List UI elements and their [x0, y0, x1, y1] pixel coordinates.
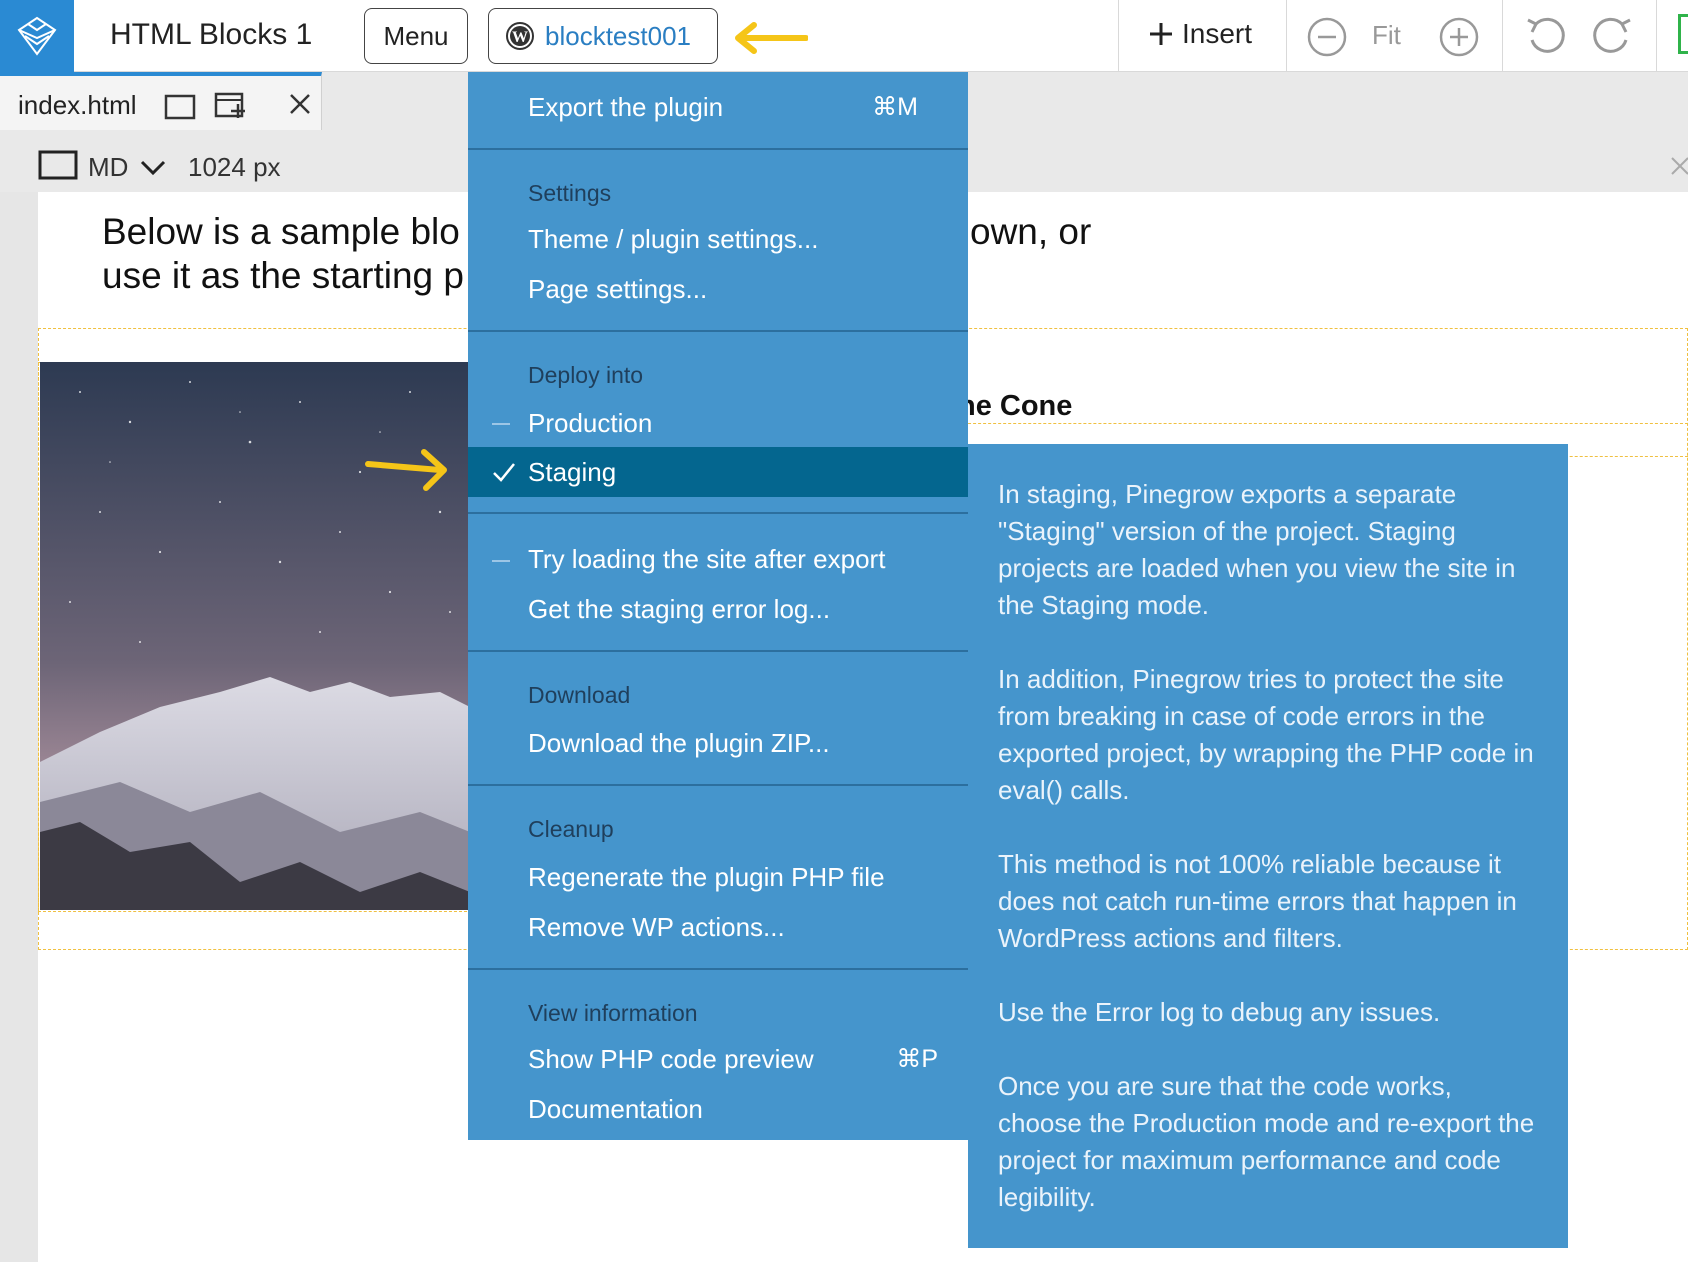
hero-image[interactable]	[40, 362, 470, 910]
menu-item-staging-log[interactable]: Get the staging error log...	[528, 594, 830, 625]
plus-icon	[1150, 23, 1172, 45]
menu-divider	[468, 650, 968, 652]
insert-button[interactable]: Insert	[1148, 18, 1252, 50]
panel-toggle-icon[interactable]	[1678, 14, 1688, 54]
menu-item-documentation[interactable]: Documentation	[528, 1094, 703, 1125]
close-tab-icon[interactable]	[288, 92, 312, 116]
toolbar-divider	[1286, 0, 1287, 72]
intro-text-line1[interactable]: Below is a sample blo	[102, 210, 460, 254]
site-name: blocktest001	[545, 20, 691, 51]
duplicate-page-icon[interactable]	[214, 88, 250, 120]
chevron-down-icon[interactable]	[140, 160, 166, 176]
menu-section-view-info: View information	[528, 1000, 698, 1026]
unchecked-dash-icon	[492, 423, 510, 425]
menu-item-staging[interactable]: Staging	[528, 457, 616, 488]
intro-text-line1-end[interactable]: own, or	[970, 210, 1091, 254]
toolbar-divider	[1656, 0, 1657, 72]
menu-divider	[468, 784, 968, 786]
pinegrow-logo-icon[interactable]	[0, 0, 74, 72]
site-menu-button[interactable]: W blocktest001	[488, 8, 718, 64]
menu-item-staging-row[interactable]: Staging	[468, 447, 968, 497]
tooltip-paragraph: In staging, Pinegrow exports a separate …	[998, 479, 1516, 620]
tooltip-paragraph: This method is not 100% reliable because…	[998, 849, 1517, 953]
tooltip-paragraph: In addition, Pinegrow tries to protect t…	[998, 664, 1534, 805]
menu-button[interactable]: Menu	[364, 8, 468, 64]
site-dropdown-menu: Export the plugin ⌘M Settings Theme / pl…	[468, 72, 968, 1140]
yellow-arrow-right-icon	[365, 449, 447, 491]
insert-label: Insert	[1182, 18, 1253, 49]
menu-section-cleanup: Cleanup	[528, 816, 614, 842]
menu-item-download-zip[interactable]: Download the plugin ZIP...	[528, 728, 830, 759]
menu-divider	[468, 512, 968, 514]
menu-item-page-settings[interactable]: Page settings...	[528, 274, 707, 305]
menu-section-deploy: Deploy into	[528, 362, 644, 388]
menu-divider	[468, 148, 968, 150]
intro-text-line2[interactable]: use it as the starting p	[102, 254, 464, 298]
device-icon[interactable]	[38, 150, 78, 180]
menu-item-regenerate[interactable]: Regenerate the plugin PHP file	[528, 862, 885, 893]
tooltip-paragraph: Once you are sure that the code works, c…	[998, 1071, 1535, 1212]
php-preview-shortcut: ⌘P	[896, 1045, 938, 1073]
toolbar-divider	[1118, 0, 1119, 72]
toolbar-divider	[1502, 0, 1503, 72]
menu-item-theme-settings[interactable]: Theme / plugin settings...	[528, 224, 818, 255]
tooltip-paragraph: Use the Error log to debug any issues.	[998, 997, 1441, 1027]
viewport-size-select[interactable]: MD	[88, 152, 128, 183]
yellow-arrow-left-icon	[735, 22, 808, 54]
redo-icon[interactable]	[1590, 14, 1634, 58]
staging-tooltip: In staging, Pinegrow exports a separate …	[968, 444, 1568, 1248]
page-view-icon[interactable]	[164, 94, 196, 120]
section-heading-fragment[interactable]: ne Cone	[958, 390, 1072, 423]
svg-text:W: W	[512, 29, 528, 46]
menu-item-export[interactable]: Export the plugin	[528, 92, 723, 123]
menu-section-download: Download	[528, 682, 631, 708]
menu-divider	[468, 968, 968, 970]
close-icon[interactable]	[1670, 156, 1688, 176]
undo-icon[interactable]	[1524, 14, 1568, 58]
tab-index-html[interactable]: index.html	[0, 72, 322, 130]
unchecked-dash-icon	[492, 560, 510, 562]
zoom-out-icon[interactable]	[1306, 16, 1348, 58]
tab-label: index.html	[18, 90, 137, 120]
menu-item-php-preview[interactable]: Show PHP code preview	[528, 1044, 814, 1075]
viewport-width: 1024 px	[188, 152, 281, 182]
menu-section-settings: Settings	[528, 180, 612, 206]
project-title: HTML Blocks 1	[110, 18, 313, 51]
checkmark-icon	[493, 463, 515, 482]
wordpress-icon: W	[506, 22, 534, 50]
top-toolbar: HTML Blocks 1 Menu W blocktest001 Insert…	[0, 0, 1688, 72]
menu-divider	[468, 330, 968, 332]
zoom-in-icon[interactable]	[1438, 16, 1480, 58]
menu-item-remove-actions[interactable]: Remove WP actions...	[528, 912, 785, 943]
export-shortcut: ⌘M	[872, 93, 918, 121]
zoom-fit-button[interactable]: Fit	[1372, 20, 1401, 51]
menu-item-production[interactable]: Production	[528, 408, 652, 439]
menu-item-try-loading[interactable]: Try loading the site after export	[528, 544, 885, 575]
